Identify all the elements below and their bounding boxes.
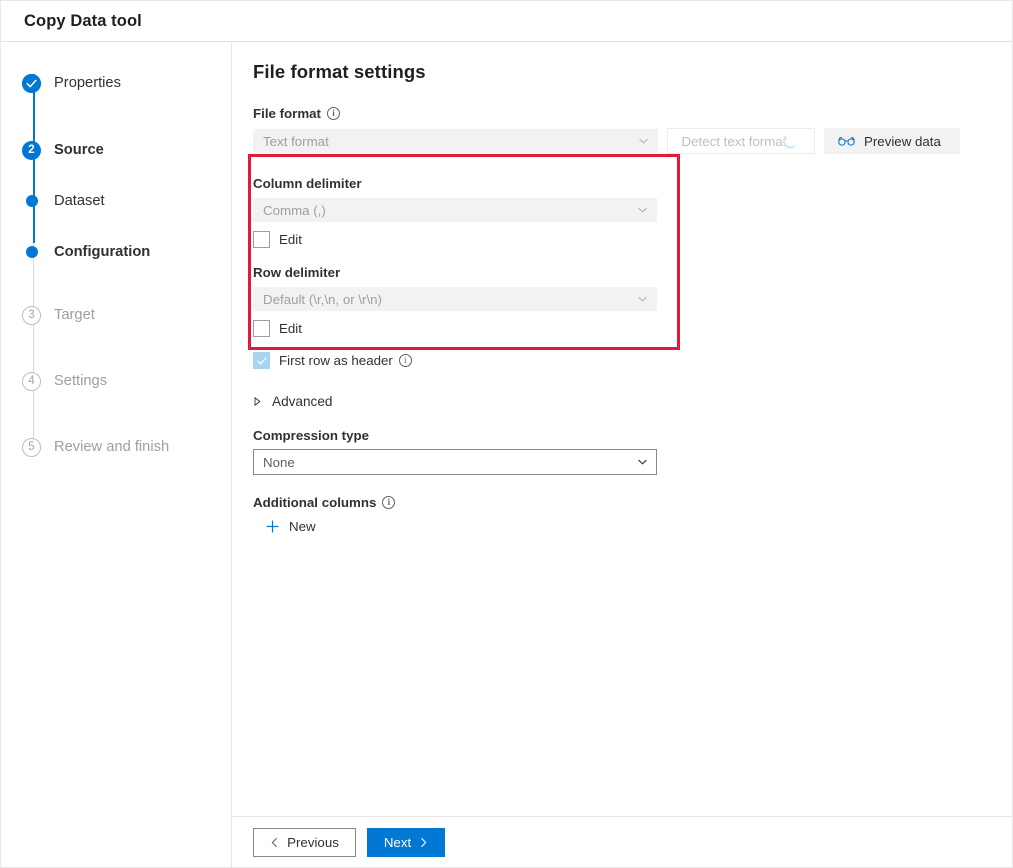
file-format-label: File format — [253, 106, 321, 121]
window-title-bar: Copy Data tool — [1, 1, 1012, 42]
add-new-column-button[interactable]: New — [253, 519, 1012, 534]
preview-data-label: Preview data — [864, 134, 941, 149]
wizard-step-list: Properties 2 Source Dataset Configuratio… — [1, 42, 231, 464]
detect-text-format-button[interactable]: Detect text format — [667, 128, 815, 154]
column-delimiter-dropdown[interactable]: Comma (,) — [253, 198, 657, 222]
preview-data-button[interactable]: Preview data — [824, 128, 960, 154]
row-delimiter-value: Default (\r,\n, or \r\n) — [263, 292, 382, 307]
chevron-down-icon-column-delimiter — [637, 205, 648, 216]
wizard-footer: Previous Next — [233, 816, 1012, 868]
sidebar-step-label-settings: Settings — [54, 373, 107, 389]
step-number-badge-5: 5 — [22, 438, 41, 457]
next-button[interactable]: Next — [367, 828, 445, 857]
loading-spinner-icon — [783, 134, 798, 149]
sidebar-step-label-review-and-finish: Review and finish — [54, 439, 169, 455]
compression-type-label: Compression type — [253, 428, 369, 443]
column-delimiter-label-row: Column delimiter — [253, 176, 1012, 191]
sidebar-step-configuration[interactable]: Configuration — [1, 235, 231, 269]
sidebar-step-review-and-finish[interactable]: 5 Review and finish — [1, 430, 231, 464]
plus-icon — [265, 519, 280, 534]
advanced-label: Advanced — [272, 394, 332, 409]
first-row-as-header-label-group: First row as header — [279, 353, 412, 368]
sidebar-step-source[interactable]: 2 Source — [1, 133, 231, 167]
additional-columns-label-row: Additional columns — [253, 495, 1012, 510]
sidebar-step-dataset[interactable]: Dataset — [1, 184, 231, 218]
step-number-4: 4 — [28, 375, 34, 387]
step-number-5: 5 — [28, 441, 34, 453]
step-number-badge-2: 2 — [22, 141, 41, 160]
info-icon-first-row-as-header[interactable] — [399, 354, 412, 367]
main-content-panel: File format settings File format Text fo… — [233, 42, 1012, 868]
row-delimiter-label: Row delimiter — [253, 265, 340, 280]
chevron-right-icon-advanced — [253, 396, 262, 407]
step-number-badge-3: 3 — [22, 306, 41, 325]
row-delimiter-edit-checkbox[interactable] — [253, 320, 270, 337]
step-dot-icon-configuration — [22, 243, 41, 262]
sidebar-step-label-target: Target — [54, 307, 95, 323]
compression-type-label-row: Compression type — [253, 428, 1012, 443]
sidebar-step-target[interactable]: 3 Target — [1, 298, 231, 332]
first-row-as-header-label: First row as header — [279, 353, 393, 368]
row-delimiter-label-row: Row delimiter — [253, 265, 1012, 280]
sidebar-step-label-configuration: Configuration — [54, 244, 150, 260]
previous-button-label: Previous — [287, 835, 339, 850]
chevron-down-icon-compression-type — [637, 457, 648, 468]
previous-button[interactable]: Previous — [253, 828, 356, 857]
advanced-section-toggle[interactable]: Advanced — [253, 394, 1012, 409]
step-number-badge-4: 4 — [22, 372, 41, 391]
column-delimiter-value: Comma (,) — [263, 203, 326, 218]
step-dot-icon-dataset — [22, 192, 41, 211]
next-button-label: Next — [384, 835, 411, 850]
wizard-sidebar: Properties 2 Source Dataset Configuratio… — [1, 42, 232, 868]
detect-text-format-label: Detect text format — [682, 134, 787, 149]
sidebar-step-settings[interactable]: 4 Settings — [1, 364, 231, 398]
column-delimiter-edit-row[interactable]: Edit — [253, 231, 1012, 248]
step-number-3: 3 — [28, 309, 34, 321]
compression-type-dropdown[interactable]: None — [253, 449, 657, 475]
chevron-left-icon — [270, 837, 279, 848]
info-icon-additional-columns[interactable] — [382, 496, 395, 509]
file-format-dropdown[interactable]: Text format — [253, 129, 658, 153]
chevron-down-icon-file-format — [638, 136, 649, 147]
chevron-right-icon — [419, 837, 428, 848]
checkmark-icon — [256, 355, 268, 367]
chevron-down-icon-row-delimiter — [637, 294, 648, 305]
sidebar-step-properties[interactable]: Properties — [1, 66, 231, 100]
sidebar-step-label-source: Source — [54, 142, 104, 158]
window-title: Copy Data tool — [24, 12, 142, 31]
glasses-icon — [838, 136, 855, 147]
step-number-2: 2 — [28, 144, 34, 156]
column-delimiter-edit-label: Edit — [279, 232, 302, 247]
row-delimiter-edit-label: Edit — [279, 321, 302, 336]
info-icon-file-format[interactable] — [327, 107, 340, 120]
step-complete-check-icon — [22, 74, 41, 93]
sidebar-step-label-properties: Properties — [54, 75, 121, 91]
copy-data-tool-window: Copy Data tool Properties — [0, 0, 1013, 868]
first-row-as-header-row[interactable]: First row as header — [253, 352, 1012, 369]
compression-type-value: None — [263, 455, 295, 470]
column-delimiter-edit-checkbox[interactable] — [253, 231, 270, 248]
row-delimiter-dropdown[interactable]: Default (\r,\n, or \r\n) — [253, 287, 657, 311]
page-title: File format settings — [253, 61, 1012, 83]
add-new-column-label: New — [289, 519, 316, 534]
row-delimiter-edit-row[interactable]: Edit — [253, 320, 1012, 337]
additional-columns-label: Additional columns — [253, 495, 376, 510]
first-row-as-header-checkbox[interactable] — [253, 352, 270, 369]
sidebar-step-label-dataset: Dataset — [54, 193, 105, 209]
file-format-value: Text format — [263, 134, 329, 149]
file-format-label-row: File format — [253, 106, 1012, 121]
column-delimiter-label: Column delimiter — [253, 176, 362, 191]
